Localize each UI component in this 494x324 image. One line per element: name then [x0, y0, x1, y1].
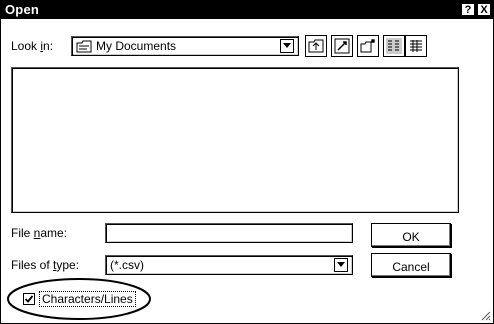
look-in-value: My Documents [96, 39, 177, 53]
cancel-button[interactable]: Cancel [371, 253, 451, 277]
open-dialog: Open ? X Look in: My Documents File name… [0, 0, 494, 324]
file-name-input[interactable] [105, 223, 353, 243]
characters-lines-label[interactable]: Characters/Lines [39, 291, 136, 307]
help-button[interactable]: ? [461, 3, 475, 16]
new-folder-button[interactable] [357, 35, 379, 57]
look-in-label: Look in: [11, 39, 54, 53]
desktop-button[interactable] [331, 35, 353, 57]
characters-lines-checkbox[interactable] [23, 293, 35, 305]
files-of-type-dropdown-arrow[interactable] [334, 258, 348, 272]
files-of-type-combo[interactable]: (*.csv) [105, 255, 353, 275]
close-button[interactable]: X [477, 3, 491, 16]
look-in-dropdown-arrow[interactable] [280, 39, 294, 53]
files-of-type-label: Files of type: [11, 258, 80, 272]
list-view-button[interactable] [383, 35, 405, 57]
dialog-title: Open [5, 2, 40, 17]
details-view-button[interactable] [405, 35, 427, 57]
look-in-combo[interactable]: My Documents [71, 36, 299, 56]
checkmark-icon [24, 295, 34, 303]
ok-button[interactable]: OK [371, 223, 451, 247]
up-one-level-button[interactable] [305, 35, 327, 57]
resize-grip-icon[interactable] [479, 309, 491, 321]
file-name-label: File name: [11, 226, 68, 240]
title-bar: Open ? X [1, 1, 493, 19]
files-of-type-value: (*.csv) [110, 258, 144, 272]
file-list-pane[interactable] [11, 67, 459, 213]
my-documents-icon [76, 39, 92, 56]
